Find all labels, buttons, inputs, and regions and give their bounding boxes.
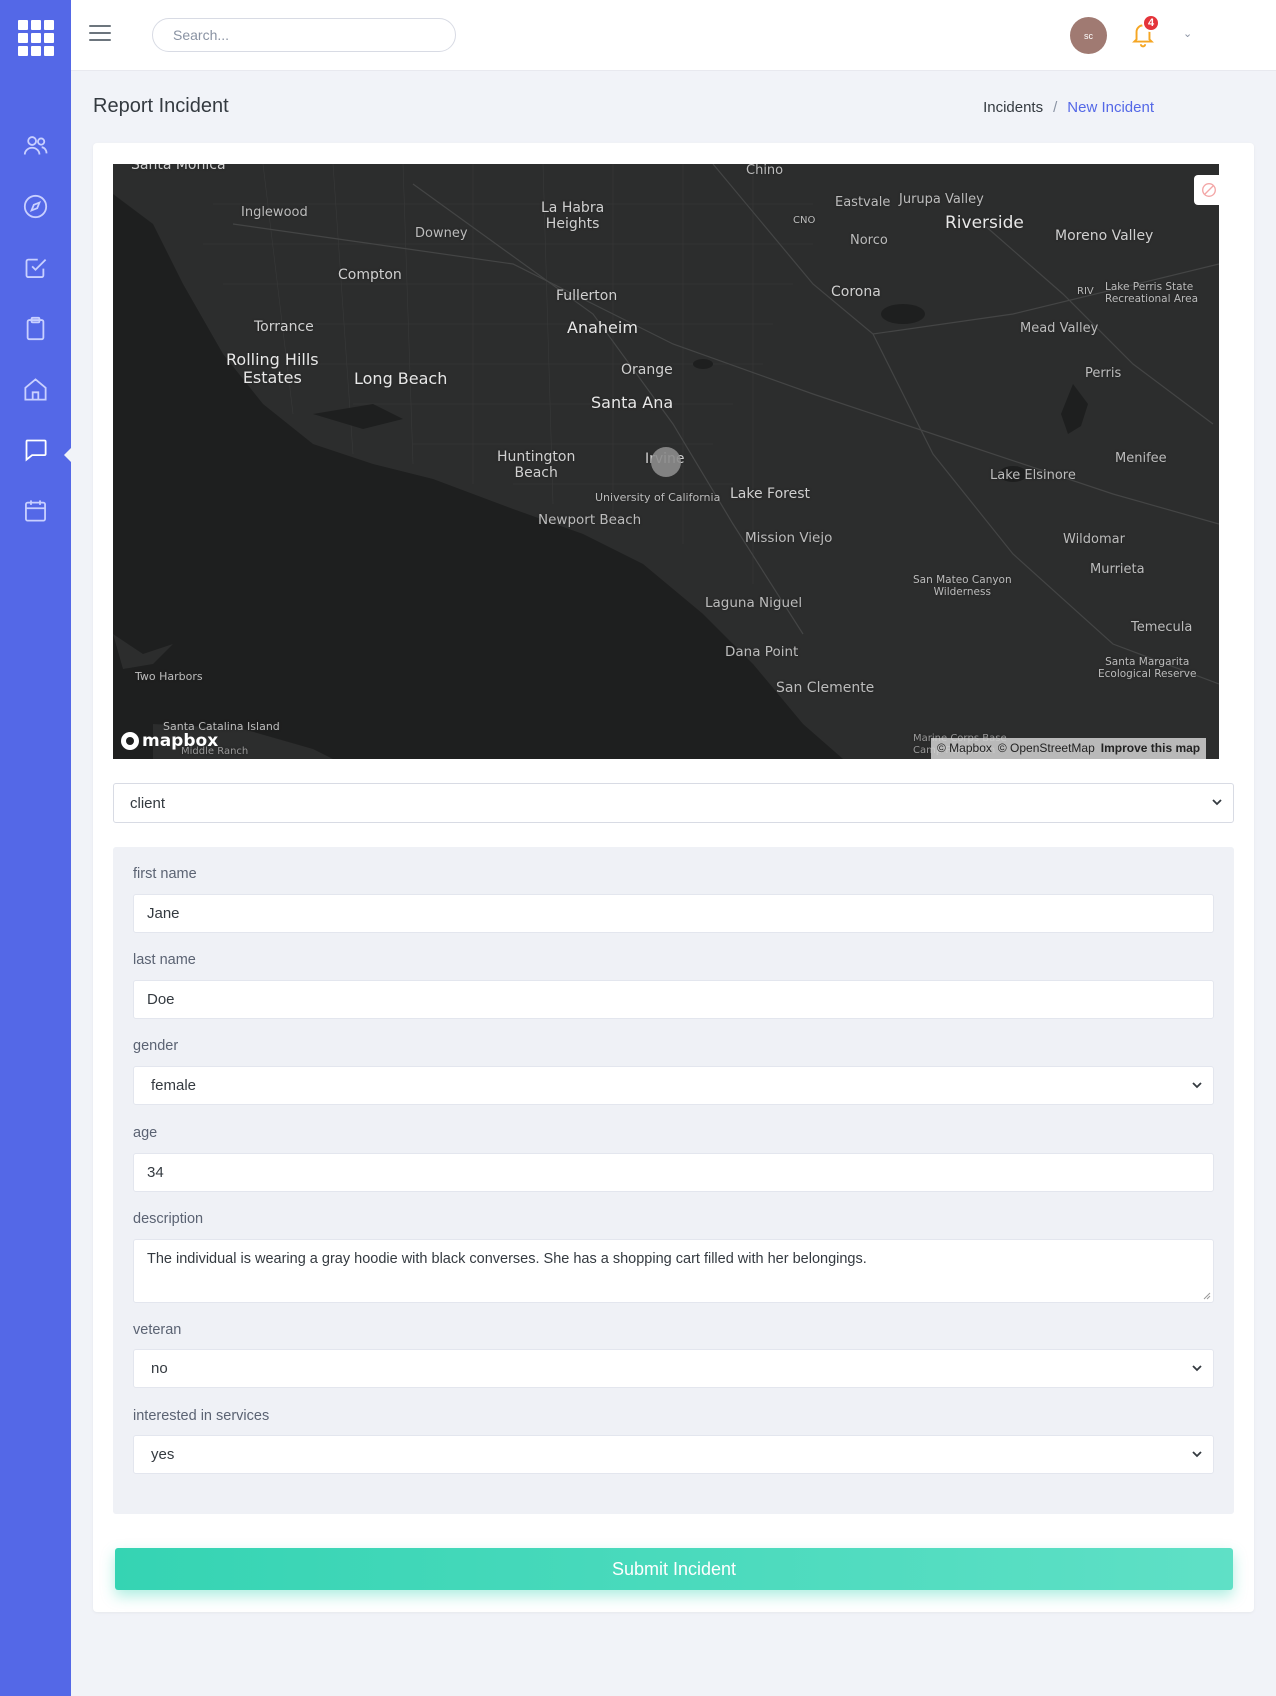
map-label: Jurupa Valley: [899, 192, 984, 207]
map-label: Temecula: [1131, 620, 1193, 635]
attribution-mapbox-link[interactable]: © Mapbox: [937, 741, 992, 756]
chevron-down-icon[interactable]: ⌄: [1183, 27, 1192, 40]
search-input[interactable]: [152, 18, 456, 52]
chevron-down-icon: [1212, 799, 1222, 806]
menu-toggle-icon[interactable]: [89, 25, 111, 43]
veteran-value: no: [151, 1360, 168, 1377]
users-icon[interactable]: [22, 132, 49, 159]
map-label: Wildomar: [1063, 532, 1125, 547]
chevron-down-icon: [1192, 1082, 1202, 1089]
map-label: Menifee: [1115, 451, 1167, 466]
notification-badge: 4: [1142, 14, 1160, 32]
apps-grid-icon[interactable]: [18, 20, 54, 56]
map-label: Chino: [746, 164, 784, 178]
map-label: San Clemente: [776, 680, 875, 696]
map-label: Long Beach: [354, 369, 448, 388]
sidebar: [0, 0, 73, 1696]
map-label: Inglewood: [241, 205, 308, 220]
map-label: Corona: [831, 284, 881, 300]
map-label: Two Harbors: [135, 670, 203, 683]
description-value: The individual is wearing a gray hoodie …: [147, 1251, 867, 1267]
map-label: CNO: [793, 215, 816, 226]
checkbox-icon[interactable]: [22, 254, 49, 281]
mapbox-logo[interactable]: mapbox: [121, 731, 218, 751]
breadcrumb-incidents-link[interactable]: Incidents: [983, 99, 1043, 116]
description-textarea[interactable]: The individual is wearing a gray hoodie …: [133, 1239, 1214, 1303]
veteran-select[interactable]: no: [133, 1349, 1214, 1388]
mapbox-logo-text: mapbox: [142, 731, 219, 751]
last-name-input[interactable]: Doe: [133, 980, 1214, 1019]
map-label: Lake Forest: [730, 486, 811, 502]
submit-incident-button[interactable]: Submit Incident: [115, 1548, 1233, 1590]
map-label: Murrieta: [1090, 562, 1145, 577]
map-label: Riverside: [945, 213, 1024, 233]
map-label: Mead Valley: [1020, 321, 1099, 336]
map-label: Santa Ana: [591, 393, 674, 412]
gender-select[interactable]: female: [133, 1066, 1214, 1105]
veteran-label: veteran: [133, 1322, 182, 1338]
map-label: Orange: [621, 362, 673, 378]
breadcrumb-current: New Incident: [1067, 99, 1154, 116]
avatar[interactable]: sc: [1070, 17, 1107, 54]
map-label: Laguna Niguel: [705, 595, 803, 611]
improve-map-link[interactable]: Improve this map: [1101, 741, 1200, 756]
gender-value: female: [151, 1077, 197, 1094]
attribution-osm-link[interactable]: © OpenStreetMap: [998, 741, 1095, 756]
breadcrumb-separator: /: [1053, 99, 1058, 116]
map-label: Compton: [338, 267, 402, 283]
incident-type-select[interactable]: client: [113, 783, 1234, 823]
draw-tool-button[interactable]: [1194, 175, 1219, 205]
active-indicator: [64, 446, 73, 464]
map-label: University of California: [595, 491, 721, 504]
interested-value: yes: [151, 1446, 175, 1463]
map-label: Lake Elsinore: [990, 468, 1076, 483]
interested-label: interested in services: [133, 1408, 270, 1424]
incident-type-value: client: [130, 794, 166, 812]
map-label: Moreno Valley: [1055, 228, 1154, 244]
interested-select[interactable]: yes: [133, 1435, 1214, 1474]
home-icon[interactable]: [22, 376, 49, 403]
pencil-off-icon: [1202, 183, 1216, 197]
map-label: Torrance: [254, 319, 314, 335]
gender-label: gender: [133, 1038, 179, 1054]
location-marker[interactable]: [651, 447, 681, 477]
first-name-input[interactable]: Jane: [133, 894, 1214, 933]
first-name-label: first name: [133, 866, 197, 882]
map-attribution: © Mapbox © OpenStreetMap Improve this ma…: [931, 738, 1207, 759]
map-label: Perris: [1085, 366, 1122, 381]
age-label: age: [133, 1125, 158, 1141]
age-input[interactable]: 34: [133, 1153, 1214, 1192]
map-label: Anaheim: [567, 318, 638, 337]
map[interactable]: Santa Monica Inglewood Downey La Habra H…: [113, 164, 1219, 759]
calendar-icon[interactable]: [22, 497, 49, 524]
last-name-label: last name: [133, 952, 196, 968]
map-label: Mission Viejo: [745, 530, 833, 546]
clipboard-icon[interactable]: [22, 315, 49, 342]
chat-icon[interactable]: [22, 436, 49, 463]
map-label: Rolling Hills Estates: [226, 350, 319, 388]
page-title: Report Incident: [93, 95, 229, 117]
chevron-down-icon: [1192, 1451, 1202, 1458]
map-label: Eastvale: [835, 195, 891, 210]
map-label: Dana Point: [725, 644, 799, 660]
map-label: Santa Monica: [131, 164, 226, 173]
chevron-down-icon: [1192, 1365, 1202, 1372]
map-label: Newport Beach: [538, 512, 642, 528]
map-label: San Mateo Canyon Wilderness: [913, 574, 1012, 599]
map-label: Huntington Beach: [497, 449, 576, 482]
description-label: description: [133, 1211, 204, 1227]
breadcrumb: Incidents / New Incident: [983, 99, 1154, 116]
map-label: Santa Margarita Ecological Reserve: [1098, 656, 1197, 681]
map-label: RIV: [1077, 286, 1094, 297]
compass-icon[interactable]: [22, 193, 49, 220]
map-label: Downey: [415, 226, 468, 241]
map-label: Fullerton: [556, 288, 618, 304]
map-label: Lake Perris State Recreational Area: [1105, 281, 1199, 306]
map-label: La Habra Heights: [541, 200, 605, 233]
map-label: Norco: [850, 233, 888, 248]
resize-handle-icon[interactable]: [1203, 1292, 1211, 1300]
